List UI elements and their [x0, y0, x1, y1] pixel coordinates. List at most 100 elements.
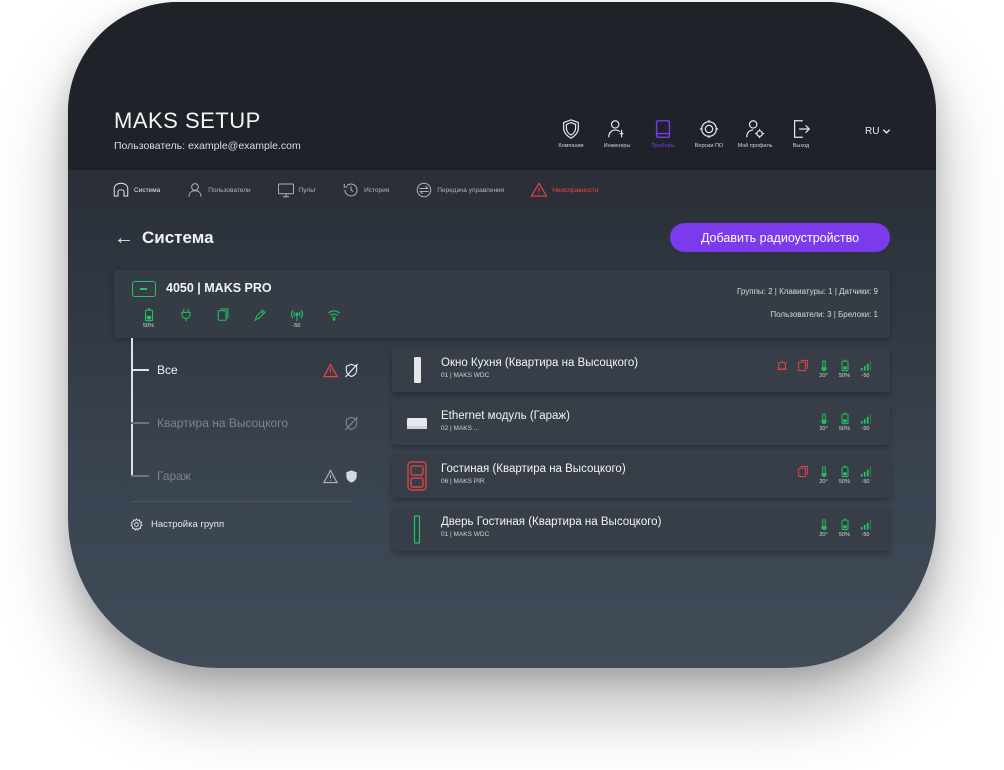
firmware-icon	[699, 119, 719, 139]
device-battery-value: 50%	[838, 479, 850, 485]
tamper-icon	[797, 359, 808, 372]
panel-pen	[241, 308, 278, 330]
alarm-warning-icon	[323, 362, 338, 377]
signal-bars-icon	[860, 413, 871, 424]
panel-radio: -50	[278, 308, 315, 330]
tab-console-label: Пульт	[298, 186, 317, 194]
device-card[interactable]: Окно Кухня (Квартира на Высоцкого) 01 | …	[392, 348, 890, 392]
panel-stats-users: Пользователи: 3 | Брелоки: 1	[770, 310, 878, 319]
device-battery: 50%	[834, 359, 855, 380]
group-settings-button[interactable]: Настройка групп	[130, 518, 224, 531]
tab-transfer[interactable]: Передача управления	[415, 181, 504, 199]
device-battery-value: 50%	[838, 373, 850, 379]
device-temperature: 20°	[813, 518, 834, 539]
group-label: Квартира на Высоцкого	[157, 416, 288, 430]
device-name: Ethernet модуль (Гараж)	[441, 410, 570, 422]
nav-engineers-label: Инженеры	[603, 143, 631, 149]
alarm-bell-icon	[776, 360, 787, 370]
device-battery: 50%	[834, 412, 855, 433]
language-selector[interactable]: RU	[865, 126, 891, 137]
device-signal-value: -50	[861, 373, 870, 379]
ethernet-module-thumbnail	[407, 418, 427, 429]
signal-bars-icon	[860, 519, 871, 530]
device-signal-value: -50	[861, 532, 870, 538]
signal-bars-icon	[860, 466, 871, 477]
device-temp-value: 20°	[819, 373, 828, 379]
battery-icon	[841, 518, 848, 531]
panel-battery: 50%	[130, 308, 167, 330]
panel-tamper	[204, 308, 241, 330]
group-label: Гараж	[157, 469, 191, 483]
nav-companies[interactable]: Компании	[548, 118, 594, 149]
home-icon	[113, 182, 129, 197]
group-item-apartment[interactable]: Квартира на Высоцкого	[131, 408, 359, 438]
logout-icon	[793, 120, 811, 138]
wifi-icon	[327, 310, 340, 321]
group-item-garage[interactable]: Гараж	[131, 461, 359, 491]
tab-faults[interactable]: Неисправности	[530, 181, 599, 199]
device-tamper	[792, 359, 813, 380]
tab-system-label: Система	[134, 186, 161, 194]
battery-icon	[841, 465, 848, 478]
monitor-icon	[277, 183, 294, 198]
device-name: Дверь Гостиная (Квартира на Высоцкого)	[441, 516, 662, 528]
back-to-system[interactable]: ← Система	[114, 228, 214, 248]
nav-devices[interactable]: Приборы	[640, 118, 686, 149]
device-card[interactable]: Гостиная (Квартира на Высоцкого) 06 | MA…	[392, 454, 890, 498]
panel-power	[167, 308, 204, 330]
gear-icon	[130, 518, 143, 531]
device-battery-value: 50%	[838, 532, 850, 538]
nav-companies-label: Компании	[558, 143, 584, 149]
device-temperature: 20°	[813, 359, 834, 380]
nav-profile[interactable]: Мой профиль	[732, 118, 778, 149]
top-navigation: Компании Инженеры Приборы Версии ПО Мой …	[548, 118, 824, 149]
panel-wifi	[315, 308, 352, 330]
app-window: MAKS SETUP Пользователь: example@example…	[68, 2, 936, 668]
device-card[interactable]: Дверь Гостиная (Квартира на Высоцкого) 0…	[392, 507, 890, 551]
group-item-all[interactable]: Все	[131, 355, 359, 385]
device-model: 02 | MAKS ...	[441, 425, 480, 432]
device-battery-value: 50%	[838, 426, 850, 432]
armed-shield-icon	[346, 469, 357, 483]
tab-users[interactable]: Пользователи	[186, 181, 251, 199]
page-title: Система	[142, 228, 214, 247]
device-alarm	[771, 359, 792, 380]
tree-branch	[131, 422, 149, 424]
device-temp-value: 20°	[819, 426, 828, 432]
device-signal: -50	[855, 359, 876, 380]
profile-icon	[746, 120, 765, 139]
section-tabs: Система Пользователи Пульт История Перед…	[68, 170, 936, 210]
device-signal: -50	[855, 465, 876, 486]
tab-history-label: История	[364, 186, 390, 194]
device-name: Гостиная (Квартира на Высоцкого)	[441, 463, 626, 475]
tab-system[interactable]: Система	[112, 181, 160, 199]
nav-engineers[interactable]: Инженеры	[594, 118, 640, 149]
device-signal-value: -50	[861, 479, 870, 485]
group-status-icons	[344, 416, 359, 431]
device-temperature: 20°	[813, 412, 834, 433]
nav-firmware[interactable]: Версии ПО	[686, 118, 732, 149]
device-status-icons: 20° 50% -50	[792, 465, 876, 486]
device-signal: -50	[855, 412, 876, 433]
control-panel-card[interactable]: 4050 | MAKS PRO 50% -50 Группы: 2 | Клав…	[114, 270, 890, 338]
nav-logout[interactable]: Выход	[778, 118, 824, 149]
device-card[interactable]: Ethernet модуль (Гараж) 02 | MAKS ... 20…	[392, 401, 890, 445]
back-arrow-icon: ←	[114, 227, 134, 249]
battery-icon	[841, 412, 848, 425]
current-user: Пользователь: example@example.com	[114, 140, 301, 152]
group-label: Все	[157, 363, 178, 377]
device-signal: -50	[855, 518, 876, 539]
battery-icon	[841, 359, 848, 372]
power-plug-icon	[181, 308, 190, 322]
chevron-down-icon	[883, 129, 891, 134]
nav-logout-label: Выход	[792, 143, 810, 149]
tab-history[interactable]: История	[342, 181, 389, 199]
signal-bars-icon	[860, 360, 871, 371]
disarmed-shield-icon	[344, 416, 359, 430]
device-signal-value: -50	[861, 426, 870, 432]
tab-console[interactable]: Пульт	[277, 181, 316, 199]
warning-icon	[530, 182, 548, 197]
add-radio-device-button[interactable]: Добавить радиоустройство	[670, 223, 890, 252]
tree-branch	[131, 369, 149, 371]
panel-name: 4050 | MAKS PRO	[166, 281, 272, 295]
